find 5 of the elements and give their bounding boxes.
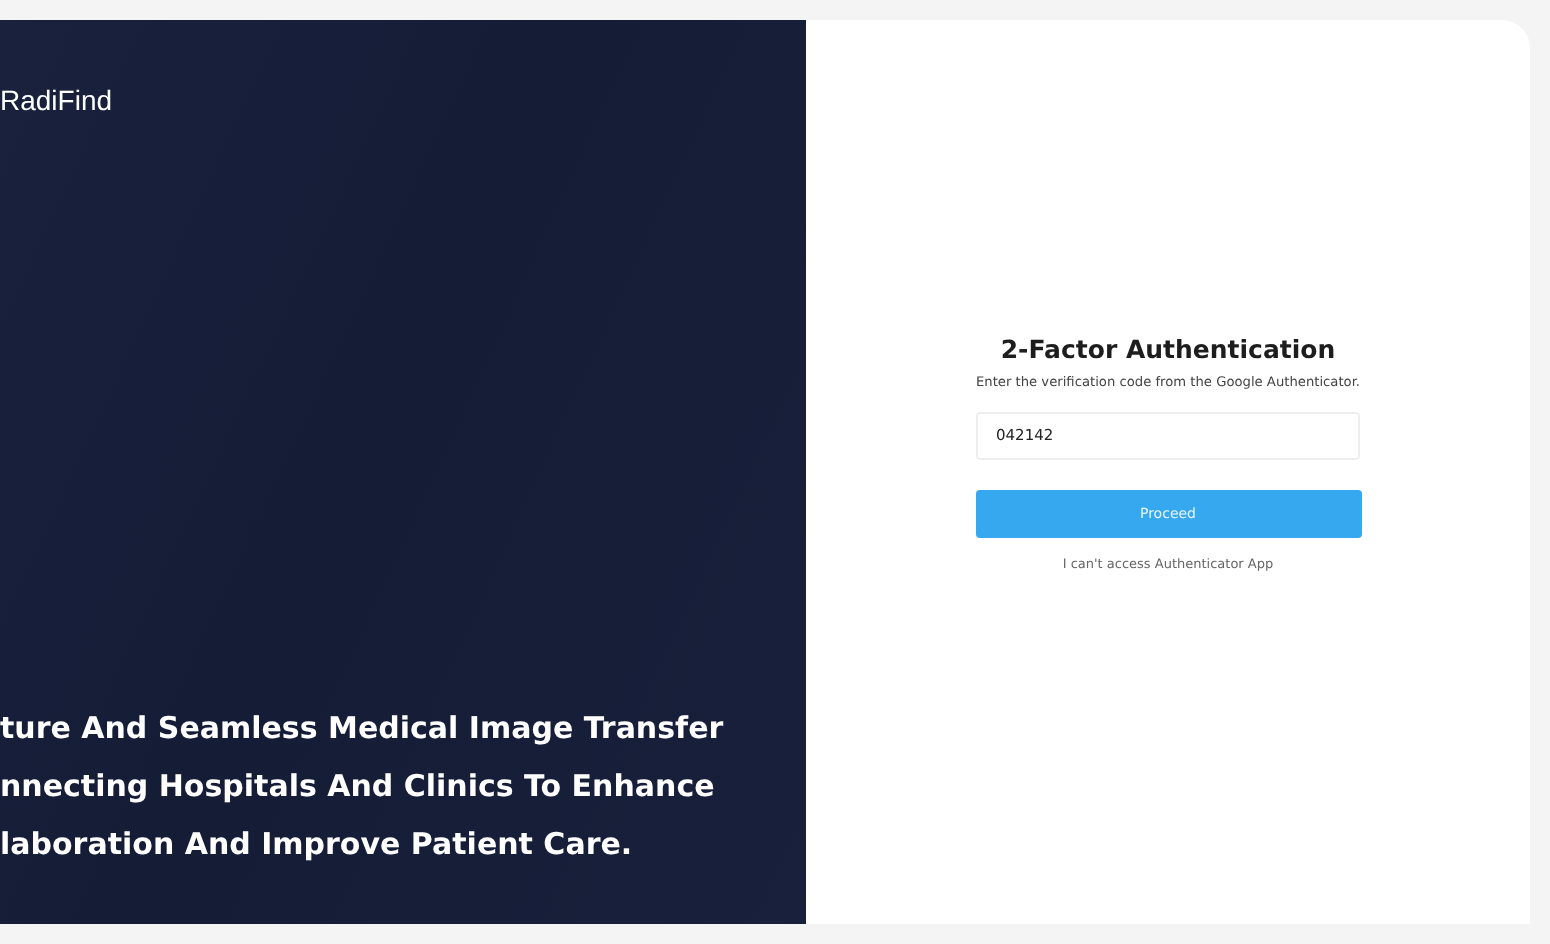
brand-name: RadiFind <box>0 84 113 116</box>
tagline-text: laboration And Improve Patient Care. <box>0 824 633 864</box>
tagline-text: nnecting Hospitals And Clinics To Enhance <box>0 766 715 806</box>
form-title: 2-Factor Authentication <box>1000 333 1336 363</box>
tagline-text: ture And Seamless Medical Image Transfer <box>0 708 724 748</box>
